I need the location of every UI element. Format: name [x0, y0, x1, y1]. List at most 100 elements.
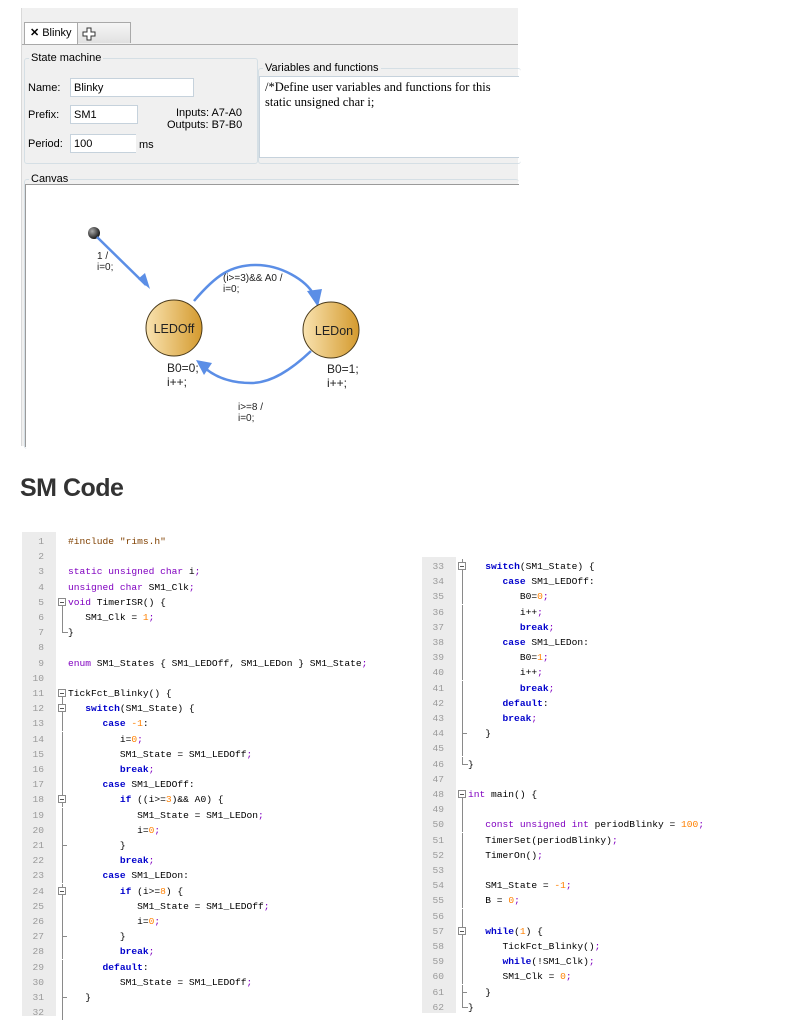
line-number: 20	[32, 824, 44, 836]
fold-line	[462, 878, 463, 894]
code-text: case SM1_LEDOff:	[102, 779, 195, 791]
code-text: #include "rims.h"	[68, 536, 166, 547]
line-number: 28	[32, 946, 44, 958]
line-number: 1	[38, 536, 44, 547]
code-text: unsigned char SM1_Clk;	[68, 581, 195, 593]
period-unit: ms	[139, 139, 154, 151]
line-number: 7	[38, 627, 44, 639]
code-text: B = 0;	[468, 895, 520, 907]
code-line: 46}	[422, 756, 806, 772]
fold-line	[62, 777, 63, 793]
code-line: 42 default:	[422, 695, 806, 711]
code-line: 41 break;	[422, 680, 806, 696]
code-line: 27 }	[22, 929, 414, 945]
fold-toggle-icon[interactable]	[58, 886, 66, 895]
code-line: 39 B0=1;	[422, 650, 806, 666]
initial-transition-label-1: 1 /	[97, 251, 108, 262]
code-text: SM1_State = SM1_LEDon;	[68, 809, 264, 821]
initial-arrowhead	[138, 273, 150, 289]
code-line: 44 }	[422, 726, 806, 742]
code-line: 22 break;	[22, 853, 414, 869]
fold-line	[62, 853, 63, 869]
fold-line	[62, 731, 63, 747]
code-text: TickFct_Blinky() {	[68, 688, 172, 699]
transition-ledon-to-ledoff[interactable]	[205, 350, 312, 385]
state-ledon-action-1: B0=1;	[327, 362, 359, 376]
line-number: 26	[32, 916, 44, 927]
code-line: 28 break;	[22, 944, 414, 960]
fold-line	[462, 711, 463, 726]
fold-toggle-icon[interactable]	[458, 926, 466, 935]
name-input[interactable]: Blinky	[70, 78, 194, 97]
fold-toggle-icon[interactable]	[58, 704, 66, 713]
close-icon[interactable]: ✕	[30, 27, 39, 39]
line-number: 23	[32, 870, 44, 882]
line-number: 53	[432, 865, 444, 876]
code-line: 31 }	[22, 990, 414, 1005]
fold-toggle-icon[interactable]	[58, 689, 66, 697]
fold-line	[62, 1005, 63, 1021]
add-tab-icon	[82, 27, 96, 41]
code-text: B0=0;	[468, 591, 549, 603]
code-text: TimerOn();	[468, 849, 543, 861]
line-number: 5	[38, 596, 44, 608]
code-text: SM1_State = -1;	[468, 880, 572, 892]
code-text: while(1) {	[485, 925, 543, 937]
code-text: case SM1_LEDon:	[102, 870, 189, 882]
transition-ledon-to-ledoff-label-2: i=0;	[238, 413, 254, 424]
state-ledoff[interactable]: LEDOff	[145, 299, 203, 357]
fold-line	[62, 822, 63, 838]
code-text: default:	[102, 961, 149, 973]
period-label: Period:	[28, 138, 63, 150]
fold-toggle-icon[interactable]	[458, 562, 466, 570]
code-line: 61 }	[422, 984, 806, 1000]
period-input[interactable]: 100	[70, 134, 136, 153]
line-number: 34	[432, 576, 444, 588]
add-tab-button[interactable]	[77, 22, 131, 43]
state-ledon[interactable]: LEDon	[302, 301, 360, 359]
fold-toggle-icon[interactable]	[458, 790, 466, 798]
line-number: 58	[432, 941, 444, 952]
sm-code-heading: SM Code	[20, 474, 124, 502]
fold-line	[462, 574, 463, 590]
line-number: 13	[32, 718, 44, 730]
fold-toggle-icon[interactable]	[58, 597, 66, 606]
code-line: 51 TimerSet(periodBlinky);	[422, 832, 806, 848]
line-number: 25	[32, 900, 44, 912]
line-number: 48	[432, 789, 444, 800]
tab-bar: ✕ Blinky	[22, 22, 518, 45]
line-number: 59	[432, 956, 444, 968]
code-text: break;	[519, 621, 555, 633]
fold-line	[462, 893, 463, 909]
code-line: 59 while(!SM1_Clk);	[422, 954, 806, 970]
code-text: break;	[119, 946, 155, 958]
fold-line	[462, 680, 463, 696]
code-text: void TimerISR() {	[68, 596, 166, 608]
fold-toggle-icon[interactable]	[58, 795, 66, 804]
fold-line	[62, 716, 63, 732]
canvas-area[interactable]: 1 / i=0; (i>=3)&& A0 / i=0; i>=8 / i=0; …	[25, 184, 519, 447]
code-text: if ((i>=3)&& A0) {	[119, 794, 224, 806]
code-line: 11 TickFct_Blinky() {	[22, 686, 414, 701]
line-number: 45	[432, 743, 444, 755]
line-number: 44	[432, 728, 444, 740]
code-line: 2	[22, 549, 414, 564]
code-line: 35 B0=0;	[422, 589, 806, 605]
code-text: i++;	[468, 667, 543, 679]
prefix-input[interactable]: SM1	[70, 105, 138, 124]
code-text: }	[468, 758, 474, 770]
line-number: 38	[432, 637, 444, 648]
variables-textarea[interactable]: /*Define user variables and functions fo…	[259, 76, 519, 158]
tab-blinky[interactable]: ✕ Blinky	[24, 22, 78, 44]
line-number: 18	[32, 794, 44, 806]
code-line: 48 int main() {	[422, 787, 806, 802]
line-number: 55	[432, 895, 444, 907]
line-number: 32	[32, 1007, 44, 1019]
code-line: 62}	[422, 999, 806, 1015]
code-text: switch(SM1_State) {	[85, 703, 195, 715]
fold-tick	[62, 997, 67, 998]
fold-line	[462, 604, 463, 620]
variables-legend: Variables and functions	[265, 62, 379, 74]
line-number: 47	[432, 773, 444, 785]
transition-ledon-to-ledoff-label-1: i>=8 /	[238, 402, 263, 413]
